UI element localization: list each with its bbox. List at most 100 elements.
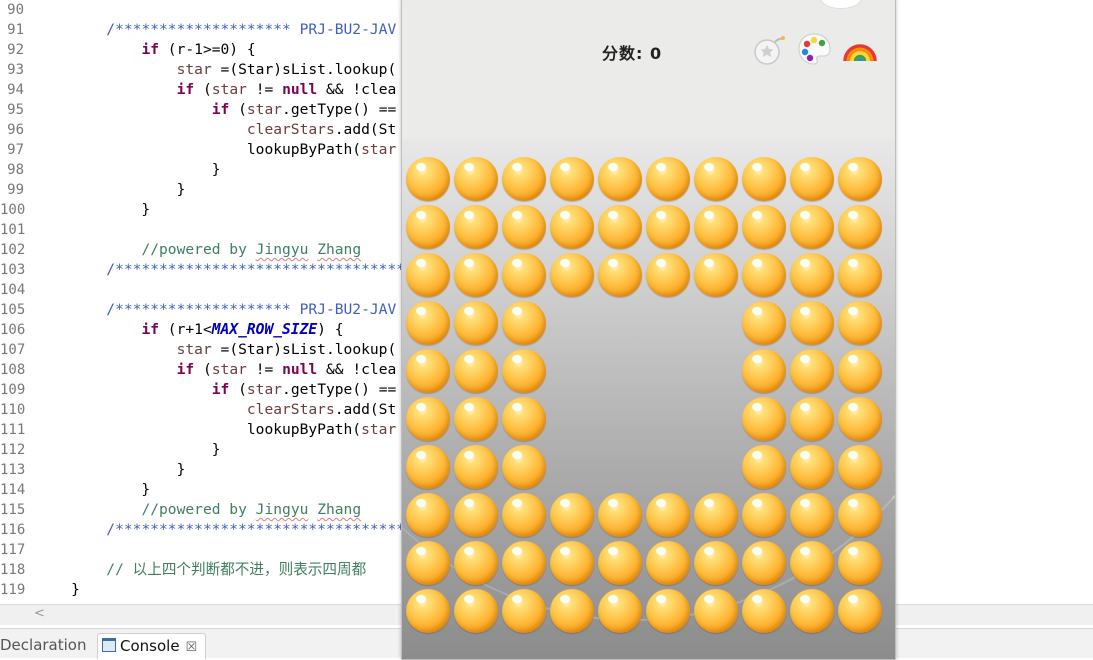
star-ball[interactable]: [742, 589, 786, 633]
star-ball[interactable]: [790, 349, 834, 393]
star-ball[interactable]: [454, 253, 498, 297]
star-ball[interactable]: [838, 349, 882, 393]
palette-icon[interactable]: [796, 31, 832, 67]
star-ball[interactable]: [646, 205, 690, 249]
code-text: clearStars.add(St: [36, 400, 396, 420]
code-token: if: [176, 361, 195, 378]
star-ball[interactable]: [502, 397, 546, 441]
star-ball[interactable]: [550, 157, 594, 201]
star-ball[interactable]: [406, 157, 450, 201]
star-ball[interactable]: [454, 349, 498, 393]
star-ball[interactable]: [742, 541, 786, 585]
code-text: clearStars.add(St: [36, 120, 396, 140]
code-token: lookupByPath(: [36, 421, 362, 438]
tab-declaration[interactable]: Declaration: [0, 633, 86, 658]
star-ball[interactable]: [454, 493, 498, 537]
star-ball[interactable]: [406, 253, 450, 297]
star-ball[interactable]: [742, 301, 786, 345]
star-ball[interactable]: [742, 205, 786, 249]
star-ball[interactable]: [454, 205, 498, 249]
star-ball[interactable]: [790, 445, 834, 489]
star-ball[interactable]: [550, 589, 594, 633]
star-ball[interactable]: [454, 541, 498, 585]
scroll-left-arrow[interactable]: <: [34, 606, 45, 621]
star-ball[interactable]: [550, 205, 594, 249]
star-ball[interactable]: [454, 301, 498, 345]
star-ball[interactable]: [550, 253, 594, 297]
star-ball[interactable]: [406, 589, 450, 633]
star-ball[interactable]: [742, 397, 786, 441]
star-ball[interactable]: [694, 493, 738, 537]
bomb-icon[interactable]: [752, 33, 786, 67]
star-ball[interactable]: [454, 445, 498, 489]
star-ball[interactable]: [646, 157, 690, 201]
star-ball[interactable]: [598, 541, 642, 585]
star-ball[interactable]: [790, 493, 834, 537]
star-ball[interactable]: [550, 493, 594, 537]
star-ball[interactable]: [502, 253, 546, 297]
star-ball[interactable]: [838, 397, 882, 441]
close-icon[interactable]: ☒: [186, 640, 198, 655]
star-ball[interactable]: [502, 445, 546, 489]
star-ball[interactable]: [406, 205, 450, 249]
star-ball[interactable]: [406, 301, 450, 345]
star-ball[interactable]: [646, 589, 690, 633]
star-ball[interactable]: [598, 493, 642, 537]
star-ball[interactable]: [790, 253, 834, 297]
star-ball[interactable]: [550, 541, 594, 585]
star-ball[interactable]: [742, 157, 786, 201]
star-ball[interactable]: [454, 397, 498, 441]
line-number: 93: [7, 62, 24, 78]
star-ball[interactable]: [406, 541, 450, 585]
star-ball[interactable]: [838, 301, 882, 345]
star-ball[interactable]: [454, 157, 498, 201]
star-ball[interactable]: [694, 157, 738, 201]
star-ball[interactable]: [502, 493, 546, 537]
star-ball[interactable]: [406, 493, 450, 537]
star-ball[interactable]: [838, 589, 882, 633]
star-ball[interactable]: [790, 589, 834, 633]
star-ball[interactable]: [502, 349, 546, 393]
star-ball[interactable]: [502, 205, 546, 249]
star-ball[interactable]: [790, 205, 834, 249]
tab-console[interactable]: Console ☒: [97, 633, 207, 659]
star-ball[interactable]: [790, 301, 834, 345]
star-ball[interactable]: [694, 541, 738, 585]
star-ball[interactable]: [502, 301, 546, 345]
star-ball[interactable]: [838, 205, 882, 249]
star-ball[interactable]: [406, 349, 450, 393]
star-ball[interactable]: [406, 445, 450, 489]
star-ball[interactable]: [646, 493, 690, 537]
star-ball[interactable]: [598, 589, 642, 633]
star-ball[interactable]: [694, 205, 738, 249]
rainbow-icon[interactable]: [842, 31, 878, 65]
star-ball[interactable]: [454, 589, 498, 633]
star-ball[interactable]: [838, 253, 882, 297]
star-ball[interactable]: [838, 541, 882, 585]
star-ball[interactable]: [742, 493, 786, 537]
star-ball[interactable]: [742, 445, 786, 489]
star-board[interactable]: [402, 139, 895, 659]
star-ball[interactable]: [838, 493, 882, 537]
star-ball[interactable]: [694, 589, 738, 633]
star-ball[interactable]: [742, 253, 786, 297]
star-ball[interactable]: [598, 157, 642, 201]
star-ball[interactable]: [598, 253, 642, 297]
star-ball[interactable]: [790, 157, 834, 201]
star-ball[interactable]: [790, 541, 834, 585]
star-ball[interactable]: [790, 397, 834, 441]
star-ball[interactable]: [838, 157, 882, 201]
star-ball[interactable]: [502, 157, 546, 201]
star-ball[interactable]: [502, 589, 546, 633]
star-ball[interactable]: [646, 541, 690, 585]
star-ball[interactable]: [694, 253, 738, 297]
star-ball[interactable]: [406, 397, 450, 441]
code-token: Zhang: [317, 241, 362, 258]
star-ball[interactable]: [742, 349, 786, 393]
star-ball[interactable]: [598, 205, 642, 249]
star-ball[interactable]: [502, 541, 546, 585]
star-ball[interactable]: [646, 253, 690, 297]
star-ball[interactable]: [838, 445, 882, 489]
